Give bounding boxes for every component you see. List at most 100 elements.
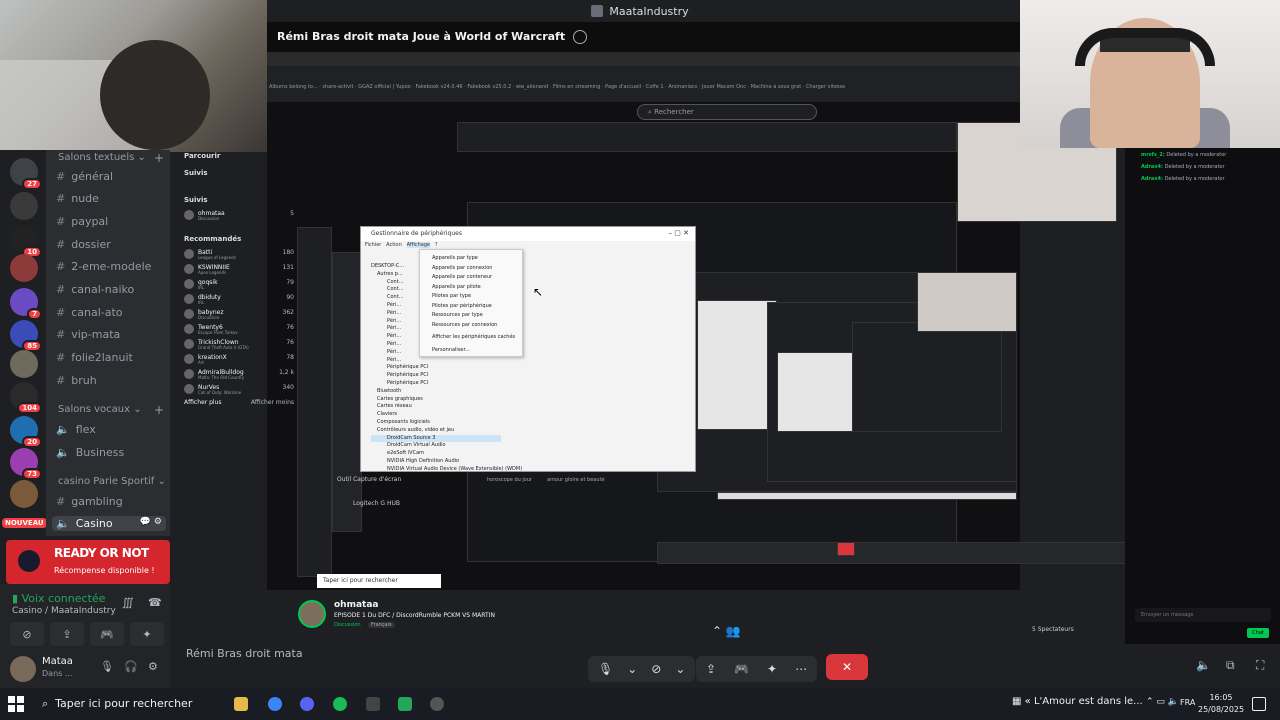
tree-item[interactable]: Périphérique PCI — [371, 364, 501, 372]
server-icon[interactable]: 104 — [10, 382, 42, 414]
gear-icon[interactable]: ⚙ — [148, 660, 158, 673]
soundboard-button[interactable]: ✦ — [130, 622, 164, 646]
chevron-down-icon[interactable]: ⌄ — [627, 662, 637, 676]
rec-row[interactable]: babynez Discussion 362 — [184, 309, 294, 324]
server-icon[interactable]: 85 — [10, 320, 42, 352]
voice-channel-path[interactable]: Casino / MaataIndustry — [12, 606, 116, 616]
mic-icon[interactable]: 🎙 — [100, 660, 114, 673]
chat-send-button[interactable]: Chat — [1247, 628, 1269, 638]
show-less-link[interactable]: Afficher moins — [251, 399, 294, 406]
rec-row[interactable]: kreationX Art 78 — [184, 354, 294, 369]
tree-item[interactable]: DroidCam Virtual Audio — [371, 442, 501, 450]
stream-category[interactable]: Discussion — [334, 622, 361, 628]
voice-channel-casino[interactable]: 🔈 Casino 💬 ⚙ — [52, 516, 166, 531]
activities-button[interactable]: 🎮 — [90, 622, 124, 646]
menu-item[interactable]: Pilotes par type — [420, 292, 522, 302]
channel-canal-naiko[interactable]: # canal-naiko — [56, 283, 170, 296]
channel-vip-mata[interactable]: # vip-mata — [56, 328, 170, 341]
ready-or-not-banner[interactable]: READY OR NOT Récompense disponible ! — [6, 540, 170, 584]
tree-item[interactable]: Périphérique PCI — [371, 380, 501, 388]
add-channel-icon[interactable]: + — [154, 151, 164, 165]
headphones-icon[interactable]: 🎧 — [124, 660, 138, 673]
mic-icon[interactable]: 🎙 — [598, 662, 613, 676]
streamer-avatar[interactable] — [298, 600, 326, 628]
clock[interactable]: 16:05 25/08/2025 — [1198, 692, 1244, 716]
voice-channel-flex[interactable]: 🔈 flex — [56, 423, 170, 436]
channel-general[interactable]: # général — [56, 170, 170, 183]
language-tag[interactable]: Français — [368, 622, 395, 628]
server-icon[interactable] — [10, 350, 38, 378]
camera-off-icon[interactable]: ⊘ — [651, 662, 661, 676]
menu-item[interactable]: Pilotes par périphérique — [420, 302, 522, 312]
menu-action[interactable]: Action — [386, 242, 402, 248]
channel-canal-ato[interactable]: # canal-ato — [56, 306, 170, 319]
nav-parcourir[interactable]: Parcourir — [184, 152, 294, 160]
volume-icon[interactable]: 🔈 — [1196, 658, 1211, 672]
server-icon[interactable] — [10, 254, 38, 282]
voice-channel-business[interactable]: 🔈 Business — [56, 446, 170, 459]
rec-row[interactable]: NurVes Call of Duty: Warzone 340 — [184, 384, 294, 399]
rec-row[interactable]: AdmiralBulldog Mafia: The Old Country 1,2 … — [184, 369, 294, 384]
system-tray-icons[interactable]: ⌃ ▭ 🔈 — [1146, 697, 1179, 707]
chevron-down-icon[interactable]: ⌄ — [675, 662, 685, 676]
chat-user[interactable]: Adrax4: — [1141, 164, 1163, 170]
server-icon[interactable] — [10, 192, 38, 220]
menu-item[interactable]: Ressources par type — [420, 311, 522, 321]
category-casino[interactable]: casino Parie Sportif ⌄ — [58, 476, 166, 487]
channel-dossier[interactable]: # dossier — [56, 238, 170, 251]
channel-paypal[interactable]: # paypal — [56, 215, 170, 228]
channel-nude[interactable]: # nude — [56, 192, 170, 205]
menu-help[interactable]: ? — [435, 242, 438, 248]
notification-icon[interactable] — [1252, 697, 1266, 711]
participants-icon[interactable]: ⌃ 👥 — [712, 624, 741, 638]
chrome-icon[interactable] — [268, 697, 282, 711]
menu-item[interactable]: Afficher les périphériques cachés — [420, 333, 522, 343]
spotify-icon[interactable] — [333, 697, 347, 711]
tree-item[interactable]: e2eSoft iVCam — [371, 450, 501, 458]
add-channel-icon[interactable]: + — [154, 403, 164, 417]
menu-file[interactable]: Fichier — [365, 242, 381, 248]
server-icon[interactable]: 10 — [10, 226, 42, 258]
server-icon[interactable] — [10, 480, 38, 508]
category-voice[interactable]: Salons vocaux ⌄ + — [58, 403, 164, 417]
menu-item[interactable]: Personnaliser... — [420, 346, 522, 356]
rec-row[interactable]: qoqsik IRL 79 — [184, 279, 294, 294]
menu-item[interactable]: Appareils par pilote — [420, 283, 522, 293]
streamer-name[interactable]: ohmataa — [334, 600, 379, 610]
taskbar-search[interactable]: ⌕ Taper ici pour rechercher — [34, 692, 224, 716]
screen-share-button[interactable]: ⇪ — [50, 622, 84, 646]
channel-folie2lanuit[interactable]: # folie2lanuit — [56, 351, 170, 364]
tree-item[interactable]: Composants logiciels — [371, 419, 501, 427]
leave-call-button[interactable]: ✕ — [826, 654, 868, 680]
tree-item[interactable]: NVIDIA Virtual Audio Device (Wave Extens… — [371, 466, 522, 474]
tree-item[interactable]: Cartes réseau — [371, 403, 501, 411]
menu-item[interactable]: Appareils par conteneur — [420, 273, 522, 283]
menu-view[interactable]: Affichage — [406, 242, 431, 248]
noise-suppression-icon[interactable]: ∭ — [122, 596, 134, 609]
now-playing[interactable]: ▦ « L'Amour est dans le... — [1012, 696, 1143, 707]
rec-row[interactable]: TrickishClown Grand Theft Auto V (GTA) 76 — [184, 339, 294, 354]
menu-item[interactable]: Ressources par connexion — [420, 321, 522, 331]
capcut-icon[interactable] — [366, 697, 380, 711]
server-icon[interactable]: 20 — [10, 416, 42, 448]
soundboard-icon[interactable]: ✦ — [767, 662, 777, 676]
file-explorer-icon[interactable] — [234, 697, 248, 711]
category-text[interactable]: Salons textuels ⌄ + — [58, 151, 164, 165]
channel-2-eme-modele[interactable]: #2-eme-modele — [56, 260, 170, 273]
activities-icon[interactable]: 🎮 — [734, 662, 749, 676]
more-icon[interactable]: ⋯ — [795, 662, 807, 676]
disconnect-icon[interactable]: ☎ — [148, 596, 162, 609]
show-more-link[interactable]: Afficher plus — [184, 399, 221, 406]
language-indicator[interactable]: FRA — [1180, 698, 1195, 707]
chat-user[interactable]: mrsfs_2: — [1141, 152, 1165, 158]
tree-item[interactable]: Contrôleurs audio, vidéo et jeu — [371, 427, 501, 435]
rec-row[interactable]: Batti League of Legends 180 — [184, 249, 294, 264]
windows-start-icon[interactable] — [8, 696, 24, 712]
tree-item[interactable]: Bluetooth — [371, 388, 501, 396]
popout-icon[interactable]: ⧉ — [1226, 658, 1235, 673]
app-icon[interactable] — [398, 697, 412, 711]
server-icon[interactable]: 73 — [10, 448, 42, 480]
server-icon[interactable]: 27 — [10, 158, 42, 190]
followed-row[interactable]: ohmataa Discussion 5 — [184, 210, 294, 225]
menu-item[interactable]: Appareils par type — [420, 254, 522, 264]
